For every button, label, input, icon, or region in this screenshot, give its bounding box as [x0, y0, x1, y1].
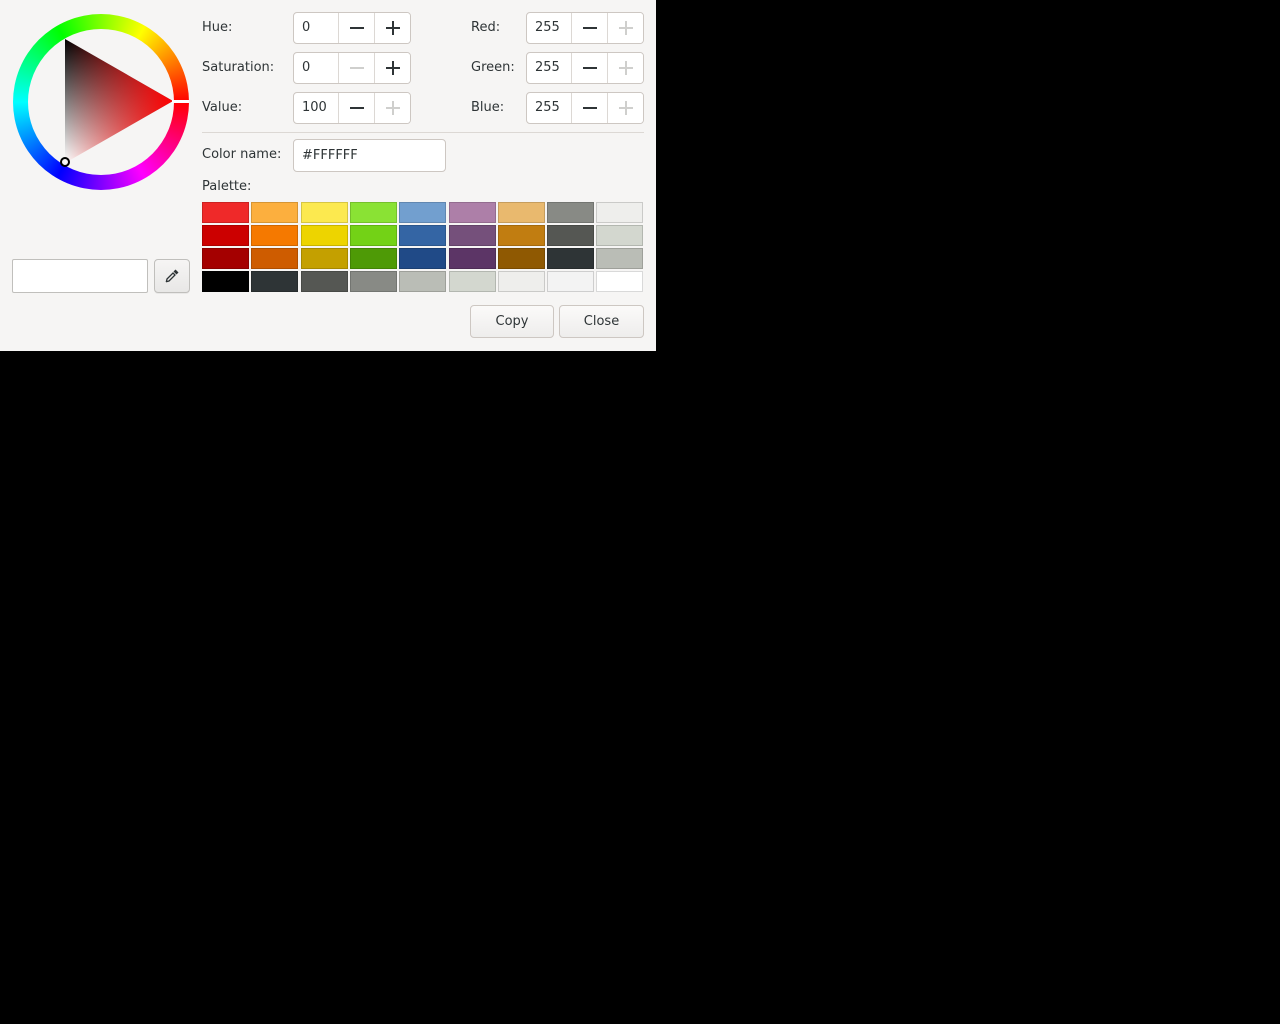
eyedropper-icon: [165, 269, 179, 283]
current-color-preview: [12, 259, 148, 293]
copy-button[interactable]: Copy: [470, 305, 554, 338]
palette-swatch[interactable]: [202, 271, 249, 292]
palette-swatch[interactable]: [497, 248, 545, 269]
palette-swatch[interactable]: [349, 271, 397, 292]
plus-icon: [618, 21, 633, 35]
blue-label: Blue:: [471, 100, 505, 115]
palette-swatch[interactable]: [596, 271, 644, 292]
value-decrement-button[interactable]: [338, 93, 374, 123]
palette-swatch[interactable]: [497, 271, 545, 292]
palette-swatch[interactable]: [448, 271, 496, 292]
blue-spinbutton[interactable]: 255: [526, 92, 644, 124]
plus-icon: [618, 61, 633, 75]
minus-icon: [582, 67, 597, 69]
blue-increment-button[interactable]: [607, 93, 643, 123]
palette-label: Palette:: [202, 179, 252, 194]
green-spinbutton[interactable]: 255: [526, 52, 644, 84]
red-spinbutton[interactable]: 255: [526, 12, 644, 44]
color-picker-dialog: Hue: 0 Saturation: 0 Value: 100 Red: 255…: [0, 0, 656, 351]
palette-swatch[interactable]: [596, 202, 644, 223]
value-spinbutton[interactable]: 100: [293, 92, 411, 124]
saturation-value-triangle[interactable]: [13, 14, 189, 190]
palette-swatch[interactable]: [300, 225, 348, 246]
palette-swatch[interactable]: [399, 225, 447, 246]
separator: [202, 132, 644, 133]
palette-swatch[interactable]: [251, 248, 299, 269]
palette-swatch[interactable]: [202, 202, 249, 223]
plus-icon: [385, 61, 400, 75]
eyedropper-button[interactable]: [154, 259, 190, 293]
close-button[interactable]: Close: [559, 305, 644, 338]
palette-swatch[interactable]: [399, 202, 447, 223]
palette-swatch[interactable]: [251, 225, 299, 246]
color-wheel[interactable]: [13, 14, 189, 190]
palette-swatch[interactable]: [448, 202, 496, 223]
minus-icon: [582, 107, 597, 109]
plus-icon: [385, 101, 400, 115]
palette-swatch[interactable]: [497, 225, 545, 246]
palette-swatch[interactable]: [300, 248, 348, 269]
red-label: Red:: [471, 20, 501, 35]
palette-swatch[interactable]: [251, 202, 299, 223]
blue-decrement-button[interactable]: [571, 93, 607, 123]
minus-icon: [349, 27, 364, 29]
red-increment-button[interactable]: [607, 13, 643, 43]
red-value[interactable]: 255: [527, 13, 571, 43]
palette-swatch[interactable]: [596, 248, 644, 269]
value-increment-button[interactable]: [374, 93, 410, 123]
green-label: Green:: [471, 60, 515, 75]
saturation-value-marker[interactable]: [60, 157, 70, 167]
minus-icon: [349, 67, 364, 69]
green-increment-button[interactable]: [607, 53, 643, 83]
saturation-increment-button[interactable]: [374, 53, 410, 83]
palette-swatch[interactable]: [399, 248, 447, 269]
blue-value[interactable]: 255: [527, 93, 571, 123]
hue-label: Hue:: [202, 20, 233, 35]
palette-swatch[interactable]: [547, 225, 595, 246]
palette-grid: [202, 202, 644, 292]
palette-swatch[interactable]: [547, 248, 595, 269]
saturation-value[interactable]: 0: [294, 53, 338, 83]
hue-increment-button[interactable]: [374, 13, 410, 43]
palette-swatch[interactable]: [300, 202, 348, 223]
hue-spinbutton[interactable]: 0: [293, 12, 411, 44]
saturation-label: Saturation:: [202, 60, 275, 75]
plus-icon: [618, 101, 633, 115]
plus-icon: [385, 21, 400, 35]
color-name-label: Color name:: [202, 147, 282, 162]
palette-swatch[interactable]: [202, 225, 249, 246]
palette-swatch[interactable]: [547, 202, 595, 223]
minus-icon: [582, 27, 597, 29]
hue-value[interactable]: 0: [294, 13, 338, 43]
saturation-decrement-button[interactable]: [338, 53, 374, 83]
palette-swatch[interactable]: [547, 271, 595, 292]
palette-swatch[interactable]: [202, 248, 249, 269]
palette-swatch[interactable]: [399, 271, 447, 292]
hue-decrement-button[interactable]: [338, 13, 374, 43]
hue-marker[interactable]: [172, 100, 189, 103]
saturation-spinbutton[interactable]: 0: [293, 52, 411, 84]
palette-swatch[interactable]: [251, 271, 299, 292]
value-value[interactable]: 100: [294, 93, 338, 123]
red-decrement-button[interactable]: [571, 13, 607, 43]
color-name-input[interactable]: #FFFFFF: [293, 139, 446, 172]
palette-swatch[interactable]: [497, 202, 545, 223]
green-decrement-button[interactable]: [571, 53, 607, 83]
palette-swatch[interactable]: [300, 271, 348, 292]
palette-swatch[interactable]: [349, 225, 397, 246]
green-value[interactable]: 255: [527, 53, 571, 83]
palette-swatch[interactable]: [349, 202, 397, 223]
palette-swatch[interactable]: [448, 225, 496, 246]
value-label: Value:: [202, 100, 243, 115]
palette-swatch[interactable]: [448, 248, 496, 269]
palette-swatch[interactable]: [596, 225, 644, 246]
palette-swatch[interactable]: [349, 248, 397, 269]
minus-icon: [349, 107, 364, 109]
